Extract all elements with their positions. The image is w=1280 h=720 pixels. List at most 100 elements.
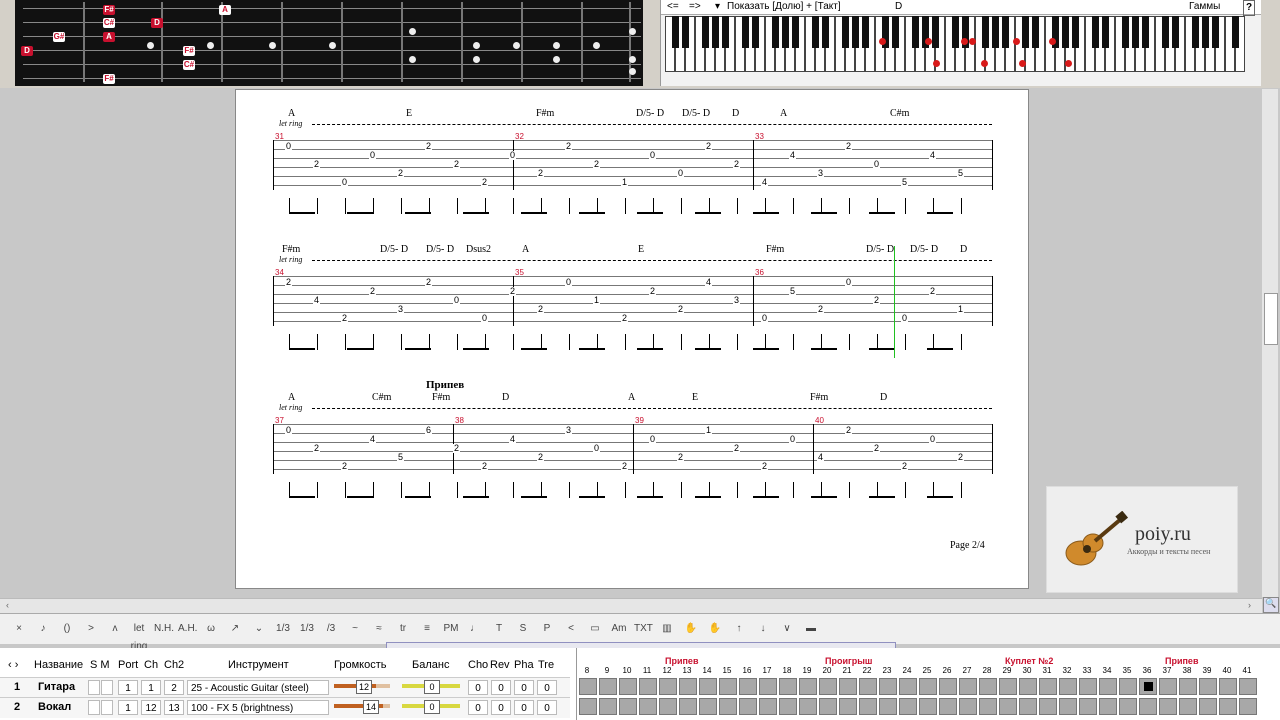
fretboard-view[interactable]: F# C# D A A G# D F# C# F# — [15, 0, 643, 86]
track-name[interactable]: Гитара — [38, 681, 75, 693]
timeline-section-marker[interactable]: Припев — [659, 656, 698, 666]
chord-icon[interactable]: Am — [610, 620, 628, 638]
piano-black-key[interactable] — [1032, 16, 1039, 48]
slap-icon[interactable]: S — [514, 620, 532, 638]
fret-note-marker[interactable]: A — [103, 32, 115, 42]
piano-black-key[interactable] — [1072, 16, 1079, 48]
mute-button[interactable] — [101, 700, 113, 715]
timeline-measure-block[interactable] — [799, 678, 817, 695]
timeline-measure-block[interactable] — [1199, 698, 1217, 715]
timeline-measure-block[interactable] — [999, 678, 1017, 695]
stroke-down-icon[interactable]: ✋ — [682, 620, 700, 638]
arrow-down-icon[interactable]: ↓ — [754, 620, 772, 638]
piano-black-key[interactable] — [772, 16, 779, 48]
timeline-measure-block[interactable] — [939, 698, 957, 715]
piano-black-key[interactable] — [1212, 16, 1219, 48]
tab-staff[interactable]: 37 38 39 40 0 2 2 4 5 6 2 2 4 2 3 0 2 0 2 1 2 2 0 4 2 2 2 0 2 — [273, 416, 993, 498]
piano-black-key[interactable] — [1002, 16, 1009, 48]
chevron-down-icon[interactable]: ▾ — [715, 0, 720, 14]
timeline-measure-block[interactable] — [919, 678, 937, 695]
timeline-measure-block[interactable] — [599, 678, 617, 695]
piano-black-key[interactable] — [912, 16, 919, 48]
timeline-measure-block[interactable] — [619, 698, 637, 715]
timeline-measure-block[interactable] — [879, 678, 897, 695]
timeline-measure-block[interactable] — [579, 698, 597, 715]
fade-icon[interactable]: ▭ — [586, 620, 604, 638]
timeline-measure-block[interactable] — [959, 678, 977, 695]
piano-black-key[interactable] — [1102, 16, 1109, 48]
bend-icon[interactable]: ⌄ — [250, 620, 268, 638]
tremolo-icon[interactable]: ≡ — [418, 620, 436, 638]
scroll-left-icon[interactable]: ‹ — [6, 600, 9, 610]
timeline-measure-block[interactable] — [639, 698, 657, 715]
piano-black-key[interactable] — [702, 16, 709, 48]
piano-black-key[interactable] — [782, 16, 789, 48]
timeline-measure-block[interactable] — [1039, 678, 1057, 695]
timeline-measure-block[interactable] — [819, 678, 837, 695]
timeline-measure-block[interactable] — [799, 698, 817, 715]
instrument-cell[interactable]: 25 - Acoustic Guitar (steel) — [187, 680, 329, 695]
horizontal-scrollbar[interactable]: ‹ › — [0, 598, 1262, 613]
marker-icon[interactable]: ▥ — [658, 620, 676, 638]
piano-black-key[interactable] — [682, 16, 689, 48]
arrow-up-icon[interactable]: ↑ — [730, 620, 748, 638]
timeline-measure-block[interactable] — [779, 678, 797, 695]
fret-note-marker[interactable]: G# — [53, 32, 65, 42]
fret-note-marker[interactable]: F# — [103, 74, 115, 84]
accent-icon[interactable]: > — [82, 620, 100, 638]
piano-black-key[interactable] — [752, 16, 759, 48]
fret-note-marker[interactable]: D — [21, 46, 33, 56]
timeline-measure-block[interactable] — [1059, 698, 1077, 715]
timeline-measure-block[interactable] — [659, 698, 677, 715]
piano-black-key[interactable] — [952, 16, 959, 48]
timeline-measure-block[interactable] — [779, 698, 797, 715]
timeline-measure-block[interactable] — [759, 678, 777, 695]
vertical-scroll-thumb[interactable] — [1264, 293, 1278, 345]
instrument-cell[interactable]: 100 - FX 5 (brightness) — [187, 700, 329, 715]
show-mode-dropdown[interactable]: Показать [Долю] + [Такт] — [727, 0, 841, 14]
scales-button[interactable]: Гаммы — [1189, 0, 1220, 14]
timeline-measure-block[interactable] — [679, 698, 697, 715]
timeline-measure-block[interactable] — [1139, 678, 1157, 695]
piano-black-key[interactable] — [982, 16, 989, 48]
timeline-measure-block[interactable] — [999, 698, 1017, 715]
track-timeline[interactable]: 8 9 10 11 12 13 14 15 16 17 18 19 20 21 22 23 24 25 26 27 28… — [576, 648, 1267, 720]
staccato-icon[interactable]: ♩ — [466, 620, 484, 638]
timeline-measure-block[interactable] — [979, 698, 997, 715]
reverb-cell[interactable]: 0 — [491, 680, 511, 695]
parentheses-icon[interactable]: () — [58, 620, 76, 638]
phaser-cell[interactable]: 0 — [514, 680, 534, 695]
channel-cell[interactable]: 12 — [141, 700, 161, 715]
tab-staff[interactable]: 34 35 36 2 4 2 2 3 2 0 0 2 2 0 1 2 2 2 4 3 0 5 2 0 2 0 2 1 — [273, 268, 993, 350]
slide-icon[interactable]: ↗ — [226, 620, 244, 638]
zoom-icon[interactable]: 🔍 — [1263, 597, 1279, 613]
piano-black-key[interactable] — [852, 16, 859, 48]
piano-black-key[interactable] — [1022, 16, 1029, 48]
tremolo-cell[interactable]: 0 — [537, 680, 557, 695]
palm-mute-icon[interactable]: PM — [442, 620, 460, 638]
stroke-up-icon[interactable]: ✋ — [706, 620, 724, 638]
timeline-measure-block[interactable] — [739, 698, 757, 715]
timeline-measure-block[interactable] — [1079, 678, 1097, 695]
port-cell[interactable]: 1 — [118, 680, 138, 695]
timeline-measure-block[interactable] — [579, 678, 597, 695]
vibrato-icon[interactable]: ~ — [346, 620, 364, 638]
piano-prev-button[interactable]: <= — [667, 0, 679, 14]
piano-black-key[interactable] — [992, 16, 999, 48]
timeline-measure-block[interactable] — [1179, 698, 1197, 715]
fret-note-marker[interactable]: C# — [183, 60, 195, 70]
timeline-measure-block[interactable] — [1239, 678, 1257, 695]
heavy-accent-icon[interactable]: ʌ — [106, 620, 124, 638]
piano-black-key[interactable] — [742, 16, 749, 48]
crescendo-icon[interactable]: < — [562, 620, 580, 638]
piano-black-key[interactable] — [1062, 16, 1069, 48]
chorus-cell[interactable]: 0 — [468, 700, 488, 715]
timeline-measure-block[interactable] — [839, 698, 857, 715]
timeline-measure-block[interactable] — [1059, 678, 1077, 695]
timeline-measure-block[interactable] — [1119, 698, 1137, 715]
timeline-measure-block[interactable] — [619, 678, 637, 695]
tremolo-cell[interactable]: 0 — [537, 700, 557, 715]
timeline-measure-block[interactable] — [1219, 678, 1237, 695]
piano-black-key[interactable] — [812, 16, 819, 48]
piano-black-key[interactable] — [1162, 16, 1169, 48]
